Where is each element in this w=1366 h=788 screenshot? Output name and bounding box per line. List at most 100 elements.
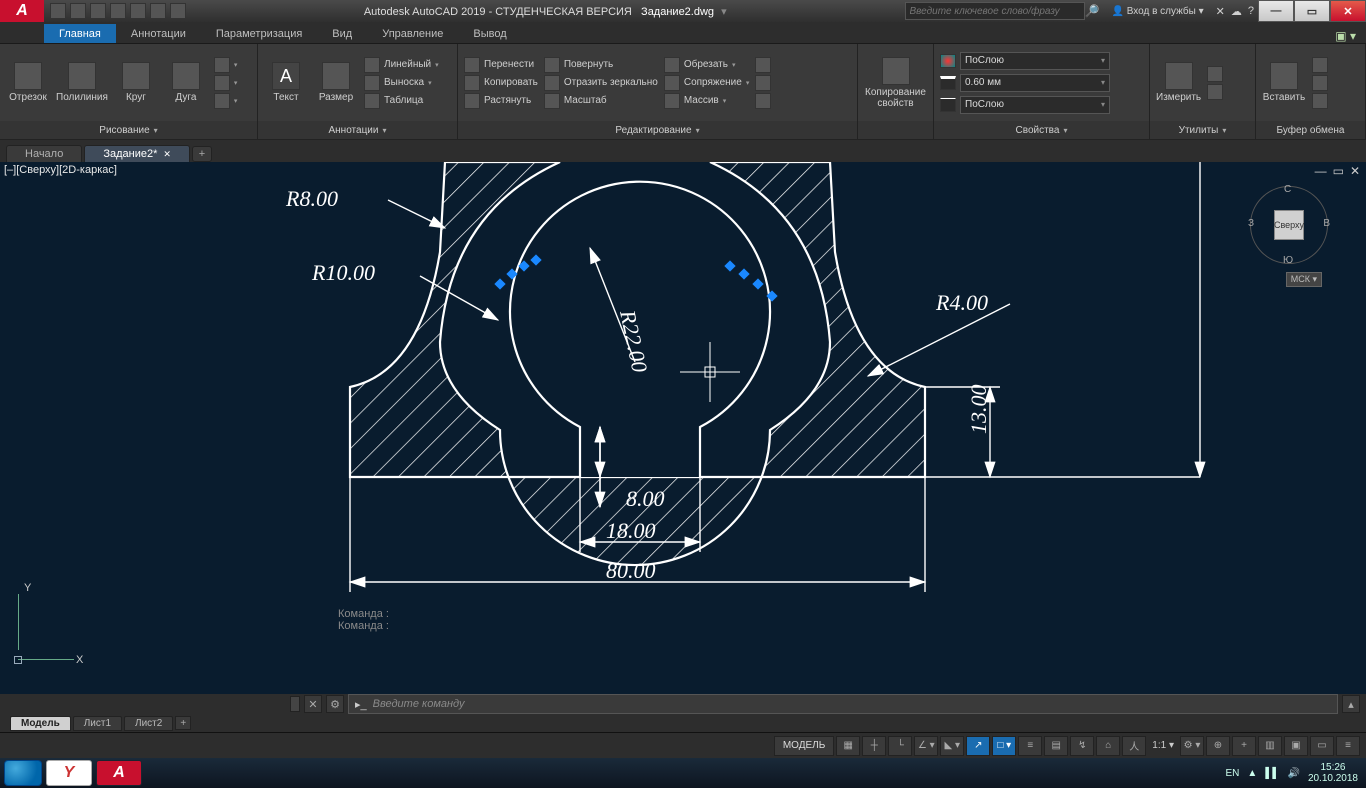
tab-home[interactable]: Главная — [44, 24, 116, 43]
mirror-button[interactable]: Отразить зеркально — [544, 75, 658, 91]
panel-properties-expand[interactable] — [1063, 125, 1067, 136]
status-gear-button[interactable]: ⚙ ▾ — [1180, 736, 1204, 756]
panel-modify-expand[interactable] — [696, 125, 700, 136]
a360-icon[interactable]: ☁ — [1231, 5, 1242, 18]
tab-output[interactable]: Вывод — [458, 24, 521, 43]
cmdline-recent-button[interactable]: ▴ — [1342, 695, 1360, 713]
text-button[interactable]: AТекст — [264, 62, 308, 103]
linetype-select[interactable]: ПоСлою — [960, 96, 1110, 114]
tray-lang[interactable]: EN — [1226, 768, 1240, 779]
status-customize-button[interactable]: ≡ — [1336, 736, 1360, 756]
erase-button[interactable] — [755, 57, 771, 73]
maximize-button[interactable]: ▭ — [1294, 0, 1330, 22]
scale-button[interactable]: Масштаб — [544, 93, 658, 109]
status-annomon-button[interactable]: + — [1232, 736, 1256, 756]
ellipse-button[interactable]: ▾ — [214, 75, 238, 91]
stretch-button[interactable]: Растянуть — [464, 93, 538, 109]
app-logo[interactable]: A — [0, 0, 44, 22]
paste-button[interactable]: Вставить — [1262, 62, 1306, 103]
close-button[interactable]: ✕ — [1330, 0, 1366, 22]
minimize-button[interactable]: — — [1258, 0, 1294, 22]
help-icon[interactable]: ? — [1248, 5, 1254, 17]
layout-sheet1[interactable]: Лист1 — [73, 716, 122, 731]
clip-copy-button[interactable] — [1312, 75, 1328, 91]
tray-flag-icon[interactable]: ▲ — [1247, 768, 1257, 779]
layout-sheet2[interactable]: Лист2 — [124, 716, 173, 731]
status-hardware-button[interactable]: ▥ — [1258, 736, 1282, 756]
drawing-tab-start[interactable]: Начало — [6, 145, 82, 162]
fillet-button[interactable]: Сопряжение▾ — [664, 75, 750, 91]
status-3dosnap-button[interactable]: ⌂ — [1096, 736, 1120, 756]
tab-close-icon[interactable]: ✕ — [163, 149, 171, 160]
rectangle-button[interactable]: ▾ — [214, 57, 238, 73]
matchprops-button[interactable]: Копирование свойств — [864, 57, 927, 109]
drawing-tab-file[interactable]: Задание2*✕ — [84, 145, 190, 162]
status-annoscale[interactable]: 1:1 ▾ — [1148, 740, 1178, 751]
status-isodraft-button[interactable]: ◣ ▾ — [940, 736, 964, 756]
qat-redo-icon[interactable] — [170, 3, 186, 19]
rotate-button[interactable]: Повернуть — [544, 57, 658, 73]
taskbar-app-autocad[interactable]: A — [96, 760, 142, 786]
table-button[interactable]: Таблица — [364, 93, 439, 109]
drawing-canvas[interactable]: [–][Сверху][2D-каркас] — ▭ ✕ Сверху С Ю … — [0, 162, 1366, 694]
polyline-button[interactable]: Полилиния — [56, 62, 108, 103]
command-input[interactable]: ▸_ Введите команду — [348, 694, 1338, 714]
tab-parametric[interactable]: Параметризация — [201, 24, 317, 43]
qat-new-icon[interactable] — [50, 3, 66, 19]
new-drawing-tab-button[interactable]: + — [192, 146, 212, 162]
arc-button[interactable]: Дуга — [164, 62, 208, 103]
cmdline-handle[interactable] — [290, 696, 300, 712]
qat-open-icon[interactable] — [70, 3, 86, 19]
infocenter-search-icon[interactable]: 🔎 — [1085, 4, 1100, 18]
start-button[interactable] — [4, 760, 42, 786]
status-polar-button[interactable]: ∠ ▾ — [914, 736, 938, 756]
system-tray[interactable]: EN ▲ ▌▌ 🔊 15:26 20.10.2018 — [1226, 762, 1363, 784]
pasteclip-button[interactable] — [1312, 93, 1328, 109]
panel-utilities-expand[interactable] — [1222, 125, 1226, 136]
move-button[interactable]: Перенести — [464, 57, 538, 73]
signin-button[interactable]: 👤 Вход в службы ▾ — [1105, 6, 1209, 17]
tray-clock[interactable]: 15:26 20.10.2018 — [1308, 762, 1358, 784]
status-model-button[interactable]: МОДЕЛЬ — [774, 736, 834, 756]
selectall-button[interactable] — [1207, 66, 1223, 82]
color-select[interactable]: ПоСлою — [960, 52, 1110, 70]
color-swatch-icon[interactable] — [940, 54, 956, 68]
layout-model[interactable]: Модель — [10, 716, 71, 731]
hatch-button[interactable]: ▾ — [214, 93, 238, 109]
qat-undo-icon[interactable] — [150, 3, 166, 19]
qat-plot-icon[interactable] — [130, 3, 146, 19]
cut-button[interactable] — [1312, 57, 1328, 73]
line-button[interactable]: Отрезок — [6, 62, 50, 103]
offset-button[interactable] — [755, 93, 771, 109]
ribbon-help-icon[interactable]: ▣ ▾ — [1335, 29, 1356, 43]
status-workspace-button[interactable]: ⊕ — [1206, 736, 1230, 756]
linear-dim-button[interactable]: Линейный▾ — [364, 57, 439, 73]
exchange-icon[interactable]: ✕ — [1216, 5, 1225, 18]
status-otrack-button[interactable]: ↗ — [966, 736, 990, 756]
tray-network-icon[interactable]: ▌▌ — [1265, 768, 1279, 779]
panel-draw-expand[interactable] — [154, 125, 158, 136]
infocenter-search[interactable] — [905, 2, 1085, 20]
tray-volume-icon[interactable]: 🔊 — [1287, 768, 1299, 779]
lineweight-select[interactable]: 0.60 мм — [960, 74, 1110, 92]
status-lineweight-button[interactable]: ≡ — [1018, 736, 1042, 756]
cmdline-close-button[interactable]: ✕ — [304, 695, 322, 713]
status-dynamicinput-button[interactable]: 人 — [1122, 736, 1146, 756]
taskbar-app-yandex[interactable]: Y — [46, 760, 92, 786]
status-snap-button[interactable]: ┼ — [862, 736, 886, 756]
status-osnap-button[interactable]: □ ▾ — [992, 736, 1016, 756]
qat-save-icon[interactable] — [90, 3, 106, 19]
measure-button[interactable]: Измерить — [1156, 62, 1201, 103]
status-grid-button[interactable]: ▦ — [836, 736, 860, 756]
trim-button[interactable]: Обрезать▾ — [664, 57, 750, 73]
dimension-button[interactable]: Размер — [314, 62, 358, 103]
qat-saveas-icon[interactable] — [110, 3, 126, 19]
panel-annotation-expand[interactable] — [382, 125, 386, 136]
calc-button[interactable] — [1207, 84, 1223, 100]
tab-manage[interactable]: Управление — [367, 24, 458, 43]
status-isolate-button[interactable]: ▣ — [1284, 736, 1308, 756]
layout-add-button[interactable]: + — [175, 716, 191, 730]
circle-button[interactable]: Круг — [114, 62, 158, 103]
tab-view[interactable]: Вид — [317, 24, 367, 43]
copy-button[interactable]: Копировать — [464, 75, 538, 91]
